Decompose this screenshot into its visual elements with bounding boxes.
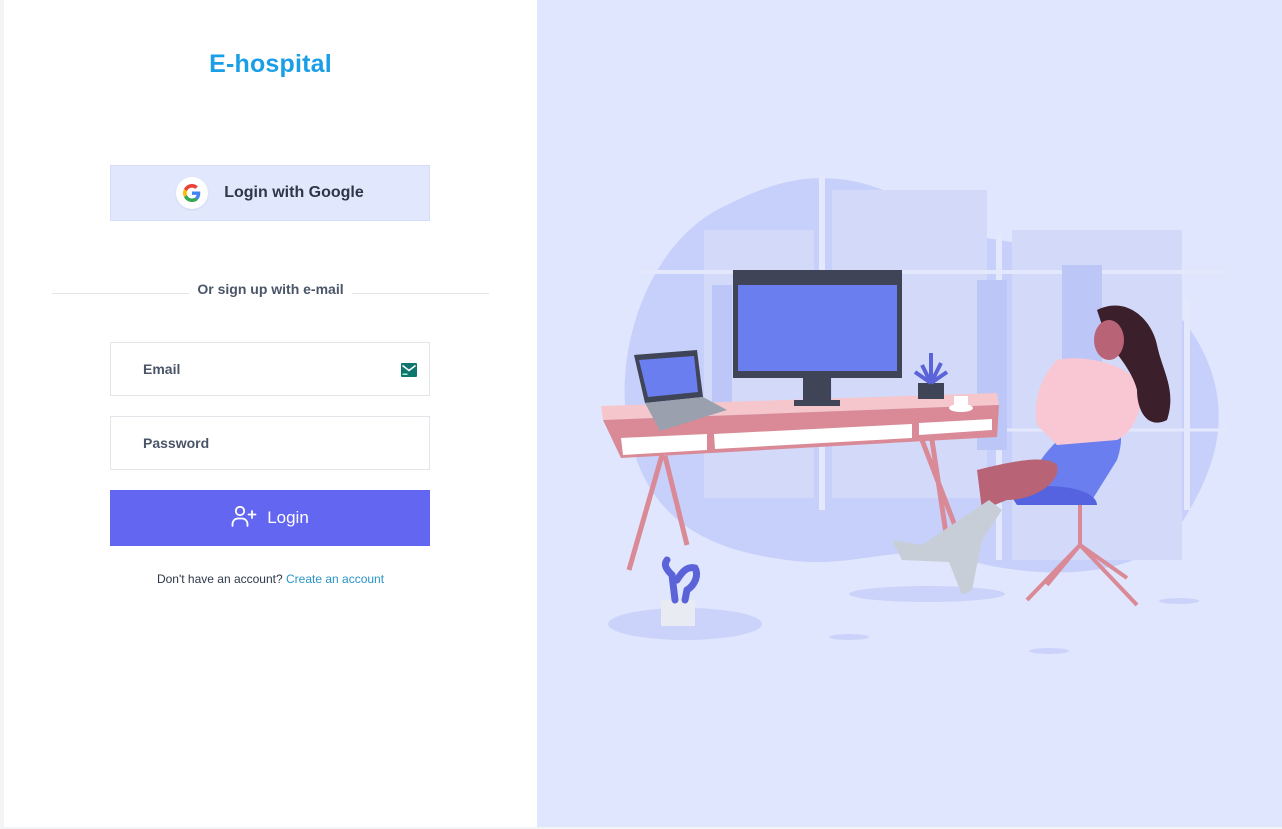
woman-head [1094, 320, 1124, 360]
illustration-panel [537, 0, 1282, 827]
signup-prompt-text: Don't have an account? [156, 572, 283, 586]
mug [954, 396, 968, 407]
divider-text: Or sign up with e-mail [189, 281, 352, 297]
floor-shadow [849, 586, 1005, 602]
google-icon [176, 177, 209, 209]
monitor-stand [803, 378, 831, 402]
email-input[interactable] [111, 343, 429, 395]
floor-shadow [829, 634, 869, 640]
floor-shadow [1159, 598, 1199, 604]
email-field-container [110, 342, 430, 396]
cactus-pot [661, 600, 695, 626]
login-page: E-hospital Login with Google Or sign up … [0, 0, 1282, 829]
login-button-label: Login [267, 508, 309, 527]
google-button-label: Login with Google [224, 184, 364, 201]
plant-pot [918, 383, 944, 399]
password-field-container [110, 416, 430, 470]
mail-icon [401, 363, 417, 382]
login-panel: E-hospital Login with Google Or sign up … [4, 0, 537, 827]
password-input[interactable] [111, 417, 429, 469]
woman-body [1035, 358, 1141, 445]
login-with-google-button[interactable]: Login with Google [110, 165, 430, 221]
cactus [661, 556, 701, 604]
login-button[interactable]: Login [110, 490, 430, 546]
monitor-screen [738, 285, 897, 371]
monitor-base [794, 400, 840, 406]
user-plus-icon [231, 505, 257, 532]
floor-shadow [1029, 648, 1069, 654]
divider-label: Or sign up with e-mail [4, 281, 537, 299]
signup-prompt: Don't have an account? Create an account [4, 572, 537, 586]
office-illustration [601, 175, 1227, 654]
brand-title: E-hospital [209, 50, 332, 78]
create-account-link[interactable]: Create an account [286, 572, 384, 586]
laptop-display [639, 356, 698, 397]
